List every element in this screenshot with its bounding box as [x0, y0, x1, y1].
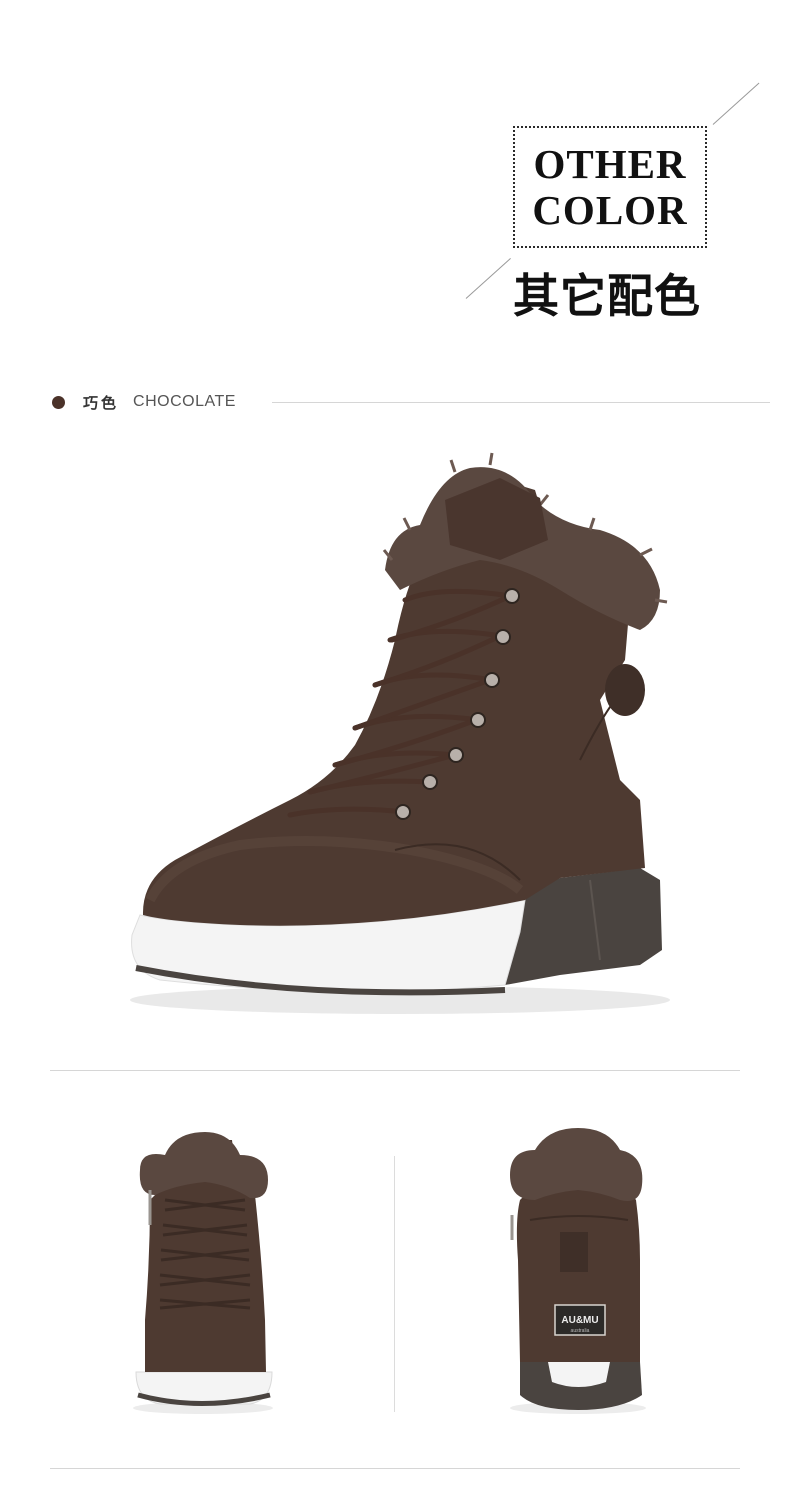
brand-label-text: AU&MU: [561, 1315, 598, 1326]
brand-sub-text: australia: [571, 1328, 590, 1334]
boot-back-view-image: AU&MU australia: [510, 1128, 646, 1414]
